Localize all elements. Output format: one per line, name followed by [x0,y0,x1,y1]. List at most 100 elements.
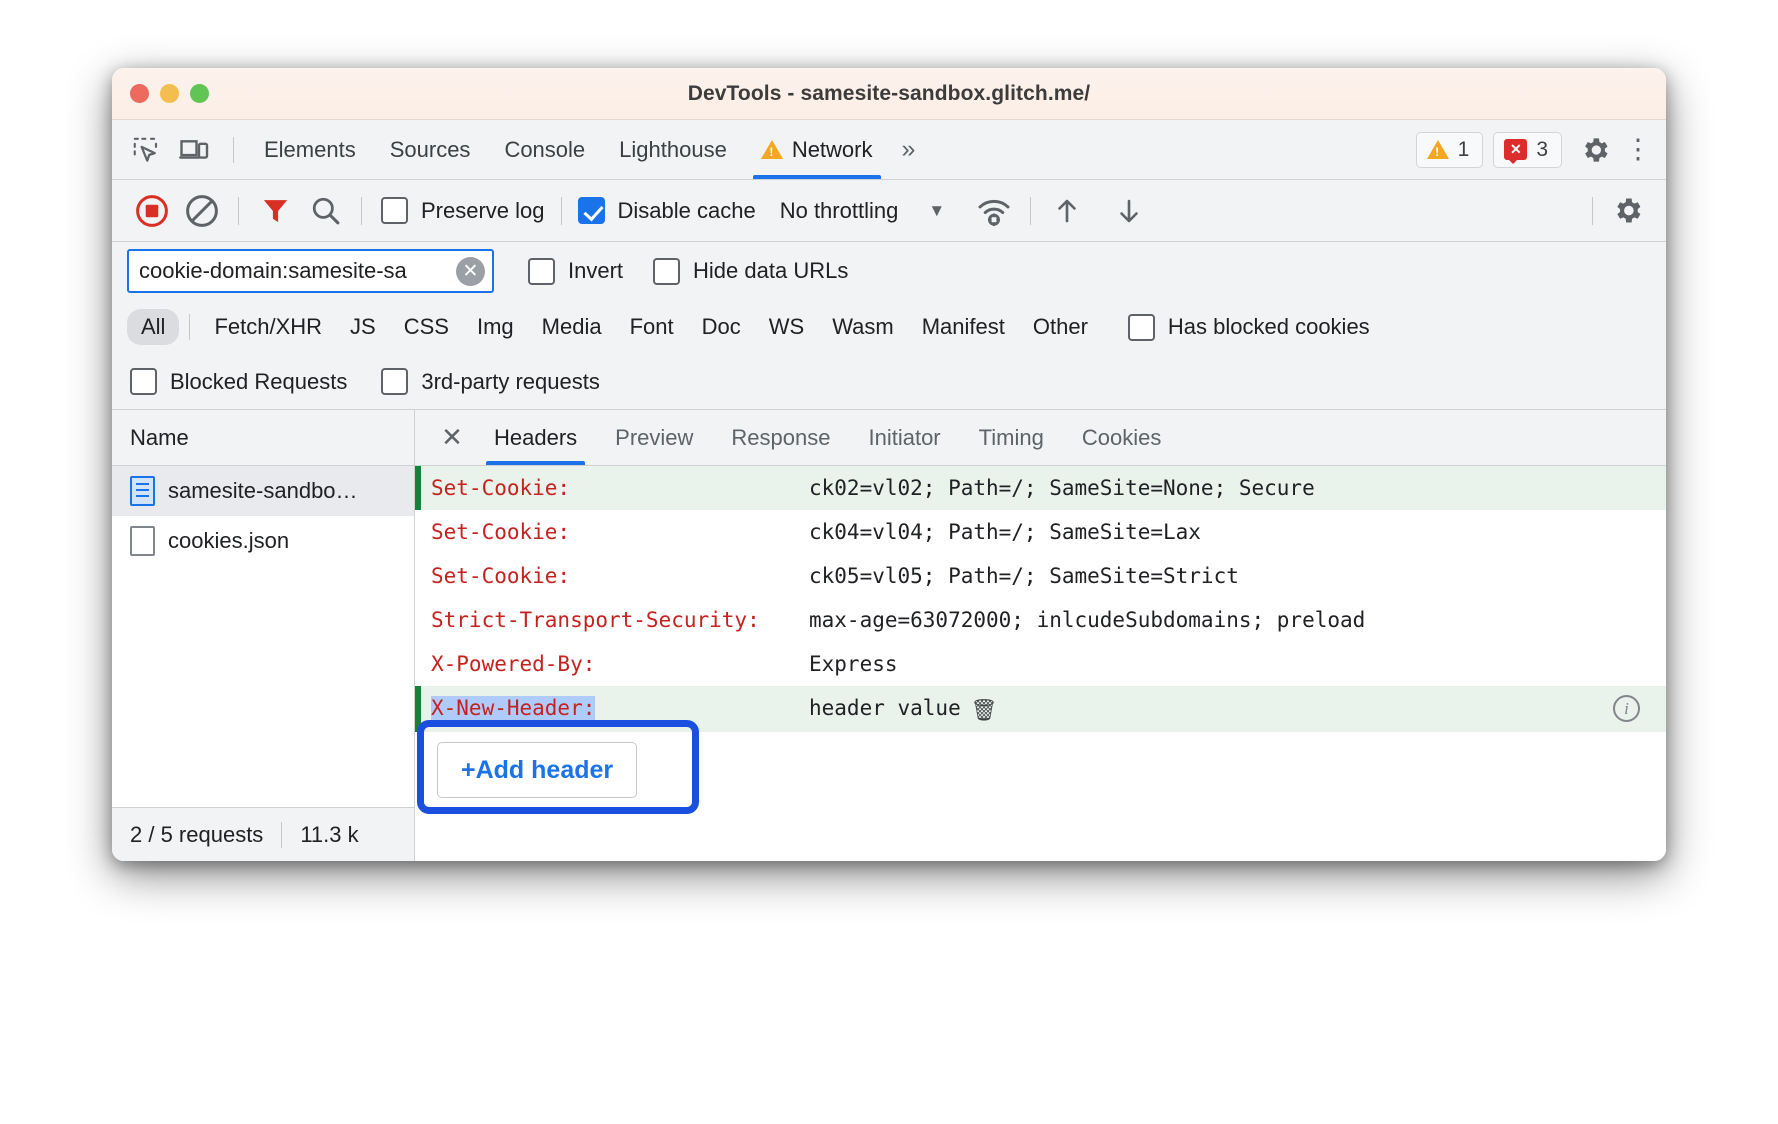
type-filter-doc[interactable]: Doc [688,314,755,340]
header-row[interactable]: Set-Cookie: ck02=vl02; Path=/; SameSite=… [415,466,1666,510]
type-filter-ws[interactable]: WS [755,314,818,340]
tab-cookies[interactable]: Cookies [1063,410,1180,465]
header-name[interactable]: X-Powered-By: [431,642,809,686]
has-blocked-cookies-checkbox[interactable]: Has blocked cookies [1128,314,1370,341]
upload-har-icon[interactable] [1042,186,1092,236]
error-count-badge[interactable]: ✕ 3 [1493,132,1562,168]
preserve-log-checkbox[interactable]: Preserve log [381,197,545,224]
screenshot-root: DevTools - samesite-sandbox.glitch.me/ E… [0,0,1778,1124]
disable-cache-checkbox[interactable]: Disable cache [578,197,756,224]
hide-data-urls-label: Hide data URLs [693,258,848,284]
network-conditions-wifi-icon[interactable] [969,186,1019,236]
type-filter-img[interactable]: Img [463,314,528,340]
header-name-text: X-New-Header: [431,696,595,720]
header-value[interactable]: ck02=vl02; Path=/; SameSite=None; Secure [809,466,1666,510]
request-details-panel: ✕ Headers Preview Response Initiator Tim… [415,410,1666,861]
header-name[interactable]: Set-Cookie: [431,554,809,598]
header-value[interactable]: ck05=vl05; Path=/; SameSite=Strict [809,554,1666,598]
filter-divider [189,314,190,340]
type-filter-fetch-xhr[interactable]: Fetch/XHR [200,314,336,340]
header-row[interactable]: X-Powered-By: Express [415,642,1666,686]
throttling-select[interactable]: No throttling [780,198,899,224]
header-value[interactable]: header value🗑 [809,686,1666,732]
close-icon[interactable]: ✕ [429,415,475,461]
trash-icon[interactable]: 🗑 [971,688,998,732]
tab-preview[interactable]: Preview [596,410,712,465]
tab-label: Lighthouse [619,137,727,163]
tab-network[interactable]: Network [744,121,890,179]
request-name: cookies.json [168,528,289,554]
toolbar-divider [561,197,562,225]
record-stop-icon[interactable] [127,186,177,236]
header-row[interactable]: Set-Cookie: ck04=vl04; Path=/; SameSite=… [415,510,1666,554]
type-filter-js[interactable]: JS [336,314,390,340]
header-value[interactable]: Express [809,642,1666,686]
tab-lighthouse[interactable]: Lighthouse [602,121,744,179]
request-row-samesite-sandbox[interactable]: samesite-sandbo… [112,466,414,516]
network-settings-gear-icon[interactable] [1604,188,1650,234]
type-filter-all[interactable]: All [127,309,179,345]
tab-console[interactable]: Console [487,121,602,179]
header-row[interactable]: Strict-Transport-Security: max-age=63072… [415,598,1666,642]
blocked-requests-checkbox[interactable]: Blocked Requests [130,368,347,395]
header-name[interactable]: Set-Cookie: [431,466,809,510]
preserve-log-label: Preserve log [421,198,545,224]
checkbox-box [653,258,680,285]
search-icon[interactable] [300,186,350,236]
third-party-requests-checkbox[interactable]: 3rd-party requests [381,368,600,395]
resource-type-filter-row: All Fetch/XHR JS CSS Img Media Font Doc … [112,300,1666,354]
warning-count-badge[interactable]: 1 [1416,132,1484,168]
header-value[interactable]: max-age=63072000; inlcudeSubdomains; pre… [809,598,1666,642]
request-list-column-header[interactable]: Name [112,410,414,466]
tab-initiator[interactable]: Initiator [849,410,959,465]
chevron-down-icon[interactable]: ▼ [928,201,945,221]
tab-headers[interactable]: Headers [475,410,596,465]
tab-response[interactable]: Response [712,410,849,465]
request-row-cookies-json[interactable]: cookies.json [112,516,414,566]
type-filter-other[interactable]: Other [1019,314,1102,340]
tab-sources[interactable]: Sources [373,121,488,179]
invert-checkbox[interactable]: Invert [528,258,623,285]
extra-filter-row: Blocked Requests 3rd-party requests [112,354,1666,410]
filter-funnel-icon[interactable] [250,186,300,236]
response-headers-list: Set-Cookie: ck02=vl02; Path=/; SameSite=… [415,466,1666,861]
checkbox-box [1128,314,1155,341]
devtools-window: DevTools - samesite-sandbox.glitch.me/ E… [112,68,1666,861]
header-row[interactable]: Set-Cookie: ck05=vl05; Path=/; SameSite=… [415,554,1666,598]
more-options-kebab-icon[interactable]: ⋮ [1618,127,1658,173]
error-count: 3 [1536,138,1548,162]
request-list-panel: Name samesite-sandbo… cookies.json 2 / 5… [112,410,415,861]
transferred-size: 11.3 k [300,822,358,848]
toolbar-divider [238,197,239,225]
header-row-new[interactable]: X-New-Header: header value🗑 i [415,686,1666,732]
checkbox-box [130,368,157,395]
more-tabs-icon[interactable]: » [890,135,925,164]
warning-count: 1 [1458,138,1470,162]
device-toolbar-icon[interactable] [172,130,216,170]
header-name[interactable]: Set-Cookie: [431,510,809,554]
header-value[interactable]: ck04=vl04; Path=/; SameSite=Lax [809,510,1666,554]
third-party-requests-label: 3rd-party requests [421,369,600,395]
network-filter-input[interactable]: cookie-domain:samesite-sa ✕ [127,249,494,293]
type-filter-manifest[interactable]: Manifest [908,314,1019,340]
type-filter-css[interactable]: CSS [390,314,463,340]
add-header-button[interactable]: +Add header [437,742,637,798]
download-har-icon[interactable] [1104,186,1154,236]
hide-data-urls-checkbox[interactable]: Hide data URLs [653,258,848,285]
info-icon[interactable]: i [1613,695,1640,722]
header-name[interactable]: Strict-Transport-Security: [431,598,809,642]
error-x-icon: ✕ [1504,139,1527,160]
status-divider [281,822,282,848]
settings-gear-icon[interactable] [1572,127,1618,173]
type-filter-wasm[interactable]: Wasm [818,314,908,340]
tab-elements[interactable]: Elements [247,121,373,179]
disable-cache-label: Disable cache [618,198,756,224]
inspect-element-icon[interactable] [124,130,168,170]
type-filter-font[interactable]: Font [616,314,688,340]
clear-input-icon[interactable]: ✕ [456,257,485,286]
tab-timing[interactable]: Timing [960,410,1063,465]
header-name[interactable]: X-New-Header: [431,686,809,730]
type-filter-media[interactable]: Media [528,314,616,340]
clear-network-icon[interactable] [177,186,227,236]
throttling-value: No throttling [780,198,899,223]
